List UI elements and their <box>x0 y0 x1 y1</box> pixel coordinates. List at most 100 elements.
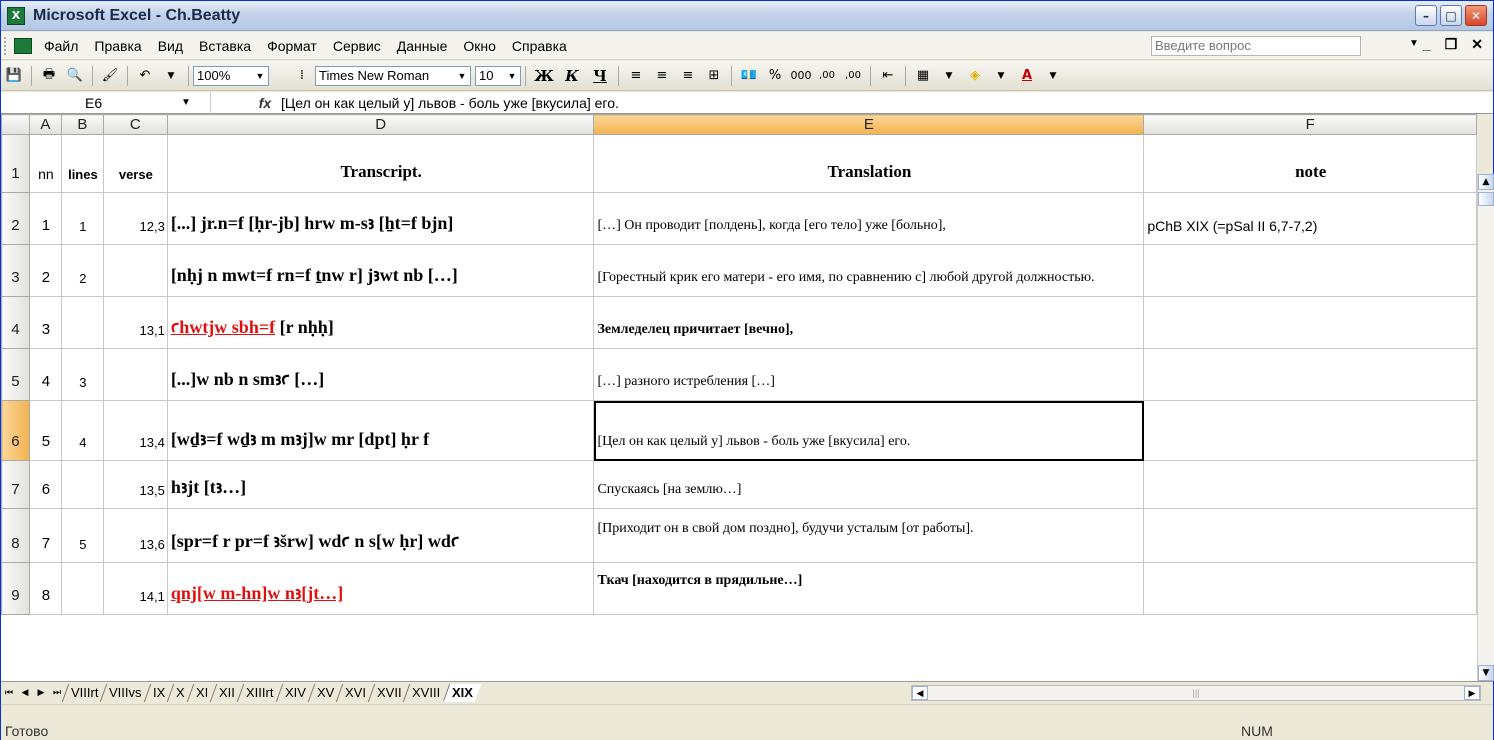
toolbar-options-icon[interactable]: ⁞ <box>291 66 313 86</box>
cell-b7[interactable] <box>60 460 104 509</box>
increase-decimal-button[interactable]: ,00 <box>816 66 838 86</box>
select-all-corner[interactable] <box>1 114 30 135</box>
undo-icon[interactable]: ↶ <box>134 66 156 86</box>
align-right-icon[interactable]: ≡ <box>677 66 699 86</box>
format-painter-icon[interactable]: 🖌 <box>99 66 121 86</box>
menu-data[interactable]: Данные <box>391 38 454 54</box>
row-header[interactable]: 6 <box>1 400 30 461</box>
menu-format[interactable]: Формат <box>261 38 323 54</box>
cell-a8[interactable]: 7 <box>28 508 62 563</box>
cell-b8[interactable]: 5 <box>60 508 104 563</box>
row-header[interactable]: 3 <box>1 244 30 297</box>
cell-c2[interactable]: 12,3 <box>102 192 168 245</box>
scroll-left-icon[interactable]: ◀ <box>912 686 928 700</box>
menu-help[interactable]: Справка <box>506 38 573 54</box>
cell-a3[interactable]: 2 <box>28 244 62 297</box>
doc-restore-button[interactable]: ❐ <box>1445 36 1458 53</box>
cell-e1[interactable]: Translation <box>593 134 1145 193</box>
font-size-combo[interactable]: 10 ▼ <box>475 65 521 86</box>
minimize-button[interactable]: – <box>1415 5 1437 26</box>
fill-color-icon[interactable]: ◈ <box>964 66 986 86</box>
font-color-icon[interactable]: A <box>1016 66 1038 86</box>
menu-tools[interactable]: Сервис <box>327 38 387 54</box>
cell-a7[interactable]: 6 <box>28 460 62 509</box>
print-preview-icon[interactable]: 🔍 <box>64 66 86 86</box>
scroll-down-icon[interactable]: ▼ <box>1478 665 1494 681</box>
cell-f6[interactable] <box>1143 400 1477 461</box>
sheet-tab-active[interactable]: XIX <box>442 683 481 702</box>
sheet-tab[interactable]: XVIII <box>403 683 449 702</box>
cell-b1[interactable]: lines <box>60 134 104 193</box>
cell-c8[interactable]: 13,6 <box>102 508 168 563</box>
cell-d6[interactable]: [wḏꜣ=f wḏꜣ m mꜣj]w mr [dpt] ḥr f <box>166 400 595 461</box>
row-header[interactable]: 1 <box>1 134 30 193</box>
row-header[interactable]: 8 <box>1 508 30 563</box>
cell-f5[interactable] <box>1143 348 1477 401</box>
close-button[interactable]: ✕ <box>1465 5 1487 26</box>
menu-window[interactable]: Окно <box>457 38 502 54</box>
menu-edit[interactable]: Правка <box>88 38 147 54</box>
scroll-up-icon[interactable]: ▲ <box>1478 174 1494 190</box>
thousands-button[interactable]: 000 <box>790 66 812 86</box>
doc-close-button[interactable]: ✕ <box>1471 36 1483 53</box>
save-icon[interactable]: 💾 <box>3 66 25 86</box>
undo-dropdown-icon[interactable]: ▼ <box>160 66 182 86</box>
row-header[interactable]: 9 <box>1 562 30 615</box>
cell-e3[interactable]: [Горестный крик его матери - его имя, по… <box>593 244 1145 297</box>
column-header-f[interactable]: F <box>1143 114 1477 135</box>
cell-f7[interactable] <box>1143 460 1477 509</box>
menu-insert[interactable]: Вставка <box>193 38 257 54</box>
cell-f8[interactable] <box>1143 508 1477 563</box>
column-header-c[interactable]: C <box>102 114 168 135</box>
cell-e6[interactable]: [Цел он как целый у] львов - боль уже [в… <box>593 400 1145 461</box>
cell-e2[interactable]: […] Он проводит [полдень], когда [его те… <box>593 192 1145 245</box>
cell-a4[interactable]: 3 <box>28 296 62 349</box>
cell-f3[interactable] <box>1143 244 1477 297</box>
cell-f1[interactable]: note <box>1143 134 1477 193</box>
cell-a6[interactable]: 5 <box>28 400 62 461</box>
sheet-tab[interactable]: XIIIrt <box>236 683 282 702</box>
zoom-dropdown-icon[interactable]: ▼ <box>252 67 268 85</box>
cell-e9[interactable]: Ткач [находится в прядильне…] <box>593 562 1145 615</box>
font-combo[interactable]: Times New Roman ▼ <box>315 65 471 86</box>
borders-dropdown-icon[interactable]: ▼ <box>938 66 960 86</box>
font-dropdown-icon[interactable]: ▼ <box>454 67 470 85</box>
cell-e4[interactable]: Земледелец причитает [вечно], <box>593 296 1145 349</box>
indent-icon[interactable]: ⇤ <box>877 66 899 86</box>
cell-d8[interactable]: [spr=f r pr=f ꜣšrw] wdꜥ n s[w ḥr] wdꜥ <box>166 508 595 563</box>
cell-a5[interactable]: 4 <box>28 348 62 401</box>
sheet-tab[interactable]: VIIIvs <box>100 683 151 702</box>
cell-e7[interactable]: Спускаясь [на землю…] <box>593 460 1145 509</box>
cell-b3[interactable]: 2 <box>60 244 104 297</box>
currency-icon[interactable]: 💶 <box>738 66 760 86</box>
scroll-grip-icon[interactable]: ||| <box>928 688 1464 698</box>
row-header[interactable]: 5 <box>1 348 30 401</box>
cell-f9[interactable] <box>1143 562 1477 615</box>
cell-c9[interactable]: 14,1 <box>102 562 168 615</box>
font-color-dropdown-icon[interactable]: ▼ <box>1042 66 1064 86</box>
cell-b9[interactable] <box>60 562 104 615</box>
print-icon[interactable]: 🖶 <box>38 66 60 86</box>
ask-dropdown-icon[interactable]: ▼ <box>1409 38 1419 49</box>
decrease-decimal-button[interactable]: ,00 <box>842 66 864 86</box>
prev-sheet-icon[interactable]: ◀ <box>17 687 33 698</box>
cell-f4[interactable] <box>1143 296 1477 349</box>
zoom-combo[interactable]: 100% ▼ <box>193 65 269 86</box>
horizontal-scrollbar[interactable]: ◀ ||| ▶ <box>911 685 1481 701</box>
cell-e5[interactable]: […] разного истребления […] <box>593 348 1145 401</box>
column-header-d[interactable]: D <box>166 114 595 135</box>
cell-d2[interactable]: [...] jr.n=f [ḥr-jb] hrw m-sꜣ [ẖt=f bjn] <box>166 192 595 245</box>
percent-button[interactable]: % <box>764 66 786 86</box>
name-box[interactable]: E6 ▼ <box>1 91 211 114</box>
cell-c6[interactable]: 13,4 <box>102 400 168 461</box>
cell-a9[interactable]: 8 <box>28 562 62 615</box>
cell-c3[interactable] <box>102 244 168 297</box>
cell-c1[interactable]: verse <box>102 134 168 193</box>
underline-button[interactable]: Ч <box>588 66 612 86</box>
cell-c7[interactable]: 13,5 <box>102 460 168 509</box>
bold-button[interactable]: Ж <box>532 66 556 86</box>
function-icon[interactable]: fx <box>253 95 277 111</box>
cell-d7[interactable]: hꜣjt [tꜣ…] <box>166 460 595 509</box>
first-sheet-icon[interactable]: ⏮ <box>1 687 17 698</box>
row-header[interactable]: 4 <box>1 296 30 349</box>
